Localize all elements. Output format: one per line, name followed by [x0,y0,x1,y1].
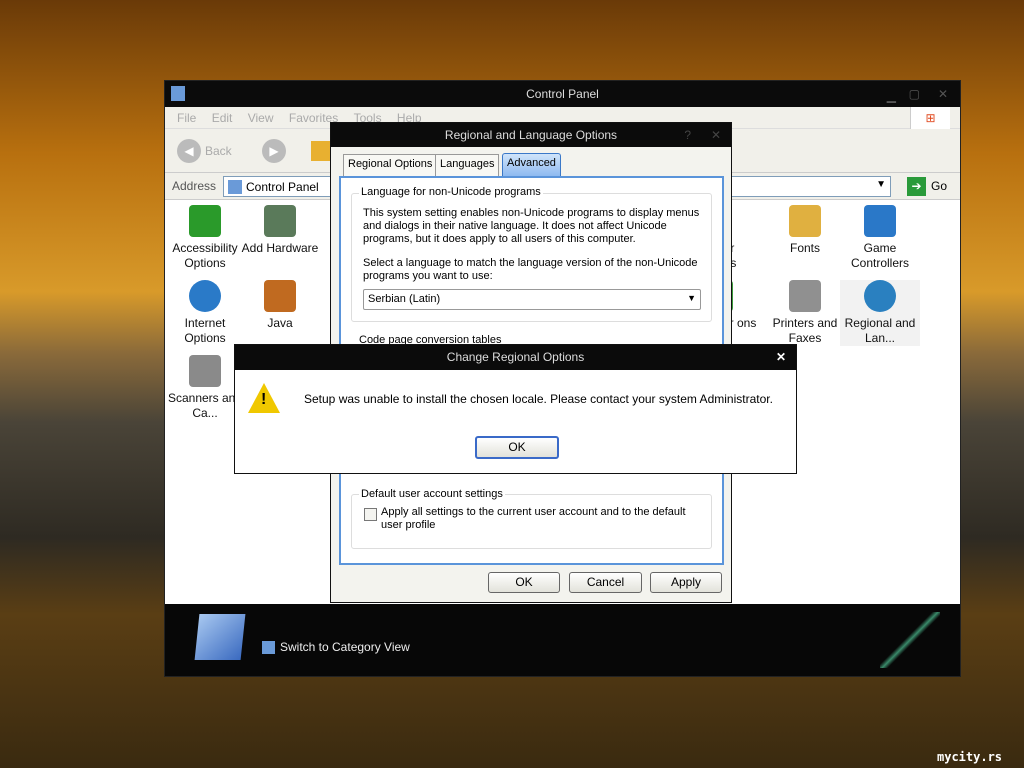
group-title: Default user account settings [359,488,505,500]
decorative-logo-icon [880,612,940,668]
apply-button[interactable]: Apply [650,572,722,593]
icon-label: Add Hardware [241,241,319,255]
error-ok-button[interactable]: OK [475,436,559,459]
help-button[interactable]: ? [684,123,691,147]
icon-game-controllers[interactable]: Game Controllers [840,205,920,271]
go-button[interactable]: Go [931,179,947,193]
error-dialog: Change Regional Options ✕ ! Setup was un… [234,344,797,474]
accessibility-icon [189,205,221,237]
select-language-label: Select a language to match the language … [363,257,698,282]
go-arrow-icon[interactable]: ➔ [907,177,926,196]
title-bar: Control Panel ▁ ▢ ✕ [165,81,960,107]
selected-language: Serbian (Latin) [368,293,441,305]
icon-printers-faxes[interactable]: Printers and Faxes [765,280,845,346]
icon-label: Internet Options [184,316,226,345]
control-panel-icon [171,86,185,101]
checkbox-label[interactable]: Apply all settings to the current user a… [381,506,701,532]
menu-view[interactable]: View [248,111,274,125]
icon-label: Printers and Faxes [772,316,838,345]
warning-icon-mark: ! [261,391,267,408]
hardware-icon [264,205,296,237]
dialog-title: Regional and Language Options [444,128,618,142]
back-button[interactable]: Back [205,144,232,158]
icon-accessibility-options[interactable]: Accessibility Options [165,205,245,271]
group-title: Language for non-Unicode programs [359,186,543,198]
chevron-down-icon[interactable]: ▼ [876,179,886,190]
windows-logo-icon: ⊞ [910,107,950,129]
tab-advanced[interactable]: Advanced [502,153,561,176]
printer-icon [789,280,821,312]
icon-java[interactable]: Java [240,280,320,331]
globe-icon [864,280,896,312]
globe-icon [189,280,221,312]
menu-file[interactable]: File [177,111,196,125]
error-dialog-title: Change Regional Options [446,350,585,364]
forward-arrow-icon[interactable]: ▶ [262,139,286,163]
category-view-icon[interactable] [262,641,275,654]
fonts-icon [789,205,821,237]
minimize-button[interactable]: ▁ [887,83,896,109]
address-label: Address [172,179,217,193]
icon-scanners-cameras[interactable]: Scanners and Ca... [165,355,245,421]
window-title: Control Panel [526,87,599,101]
icon-fonts[interactable]: Fonts [765,205,845,256]
tab-regional-options[interactable]: Regional Options [343,154,438,176]
ok-button[interactable]: OK [488,572,560,593]
icon-label: Scanners and Ca... [167,391,243,420]
up-folder-icon[interactable] [311,141,331,161]
maximize-button[interactable]: ▢ [909,81,920,107]
close-button[interactable]: ✕ [938,81,948,107]
icon-add-hardware[interactable]: Add Hardware [240,205,320,256]
game-controller-icon [864,205,896,237]
tab-languages[interactable]: Languages [435,154,500,176]
language-select[interactable]: Serbian (Latin) ▼ [363,289,701,310]
icon-label: Regional and Lan... [844,316,916,345]
icon-label: Game Controllers [850,241,910,270]
scanner-icon [189,355,221,387]
menu-edit[interactable]: Edit [212,111,233,125]
control-panel-icon [228,180,242,194]
bottom-panel: Switch to Category View [165,604,960,676]
close-button[interactable]: ✕ [711,123,721,147]
close-button[interactable]: ✕ [776,345,786,370]
cancel-button[interactable]: Cancel [569,572,642,593]
chevron-down-icon[interactable]: ▼ [687,293,696,303]
java-icon [264,280,296,312]
apply-all-checkbox[interactable] [364,508,377,521]
icon-internet-options[interactable]: Internet Options [165,280,245,346]
icon-label: Accessibility Options [172,241,238,270]
error-message: Setup was unable to install the chosen l… [304,392,773,406]
address-value: Control Panel [246,180,319,194]
description-text: This system setting enables non-Unicode … [363,207,700,245]
control-panel-large-icon [194,614,246,660]
icon-regional-language[interactable]: Regional and Lan... [840,280,920,346]
watermark: mycity.rs [937,750,1003,764]
switch-category-view-link[interactable]: Switch to Category View [280,640,410,654]
back-arrow-icon[interactable]: ◀ [177,139,201,163]
icon-label: Fonts [789,241,820,255]
icon-label: Java [267,316,293,330]
